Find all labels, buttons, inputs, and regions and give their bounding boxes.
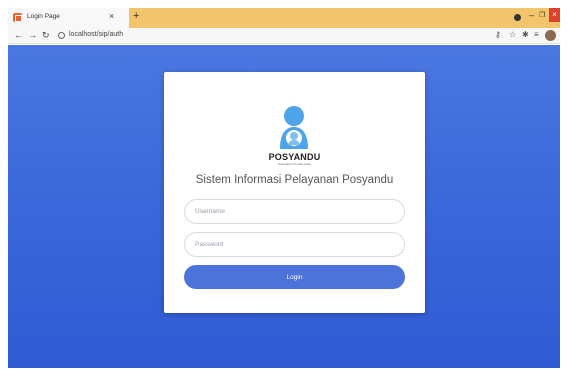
favicon-icon (13, 13, 22, 22)
address-bar[interactable]: localhost/sip/auth (69, 31, 123, 38)
star-icon[interactable]: ☆ (509, 30, 516, 39)
tab-close-icon[interactable]: × (109, 11, 114, 21)
tab-login-page[interactable]: Login Page × (8, 8, 129, 28)
key-icon[interactable]: ⚷ (495, 30, 501, 39)
login-button[interactable]: Login (184, 265, 405, 289)
browser-window: Login Page × + – ❐ × ← → ↻ localhost/sip… (0, 0, 568, 376)
forward-arrow-icon[interactable]: → (28, 30, 37, 40)
close-window-button[interactable]: × (549, 8, 560, 22)
brand-subtitle: Kesehatan Ibu dan Anak (278, 162, 311, 166)
playlist-icon[interactable]: ≡ (534, 30, 539, 39)
address-toolbar: ← → ↻ localhost/sip/auth ⚷ ☆ ✱ ≡ (8, 28, 560, 44)
minimize-button[interactable]: – (529, 10, 534, 20)
reload-icon[interactable]: ↻ (42, 30, 50, 41)
brand-name: POSYANDU (268, 152, 321, 162)
login-card: POSYANDU Kesehatan Ibu dan Anak Sistem I… (164, 72, 425, 313)
password-input[interactable] (184, 232, 405, 257)
page-background: POSYANDU Kesehatan Ibu dan Anak Sistem I… (8, 45, 560, 368)
back-arrow-icon[interactable]: ← (14, 30, 23, 40)
site-info-icon[interactable] (58, 32, 65, 39)
maximize-button[interactable]: ❐ (539, 11, 545, 19)
app-title: Sistem Informasi Pelayanan Posyandu (195, 174, 394, 186)
media-indicator-icon[interactable] (514, 14, 521, 21)
extensions-icon[interactable]: ✱ (522, 30, 529, 39)
tab-title: Login Page (27, 13, 60, 20)
username-input[interactable] (184, 199, 405, 224)
profile-avatar[interactable] (545, 30, 556, 41)
new-tab-button[interactable]: + (133, 10, 139, 22)
tab-strip: Login Page × + – ❐ × (8, 8, 560, 28)
posyandu-logo-icon (280, 106, 308, 149)
